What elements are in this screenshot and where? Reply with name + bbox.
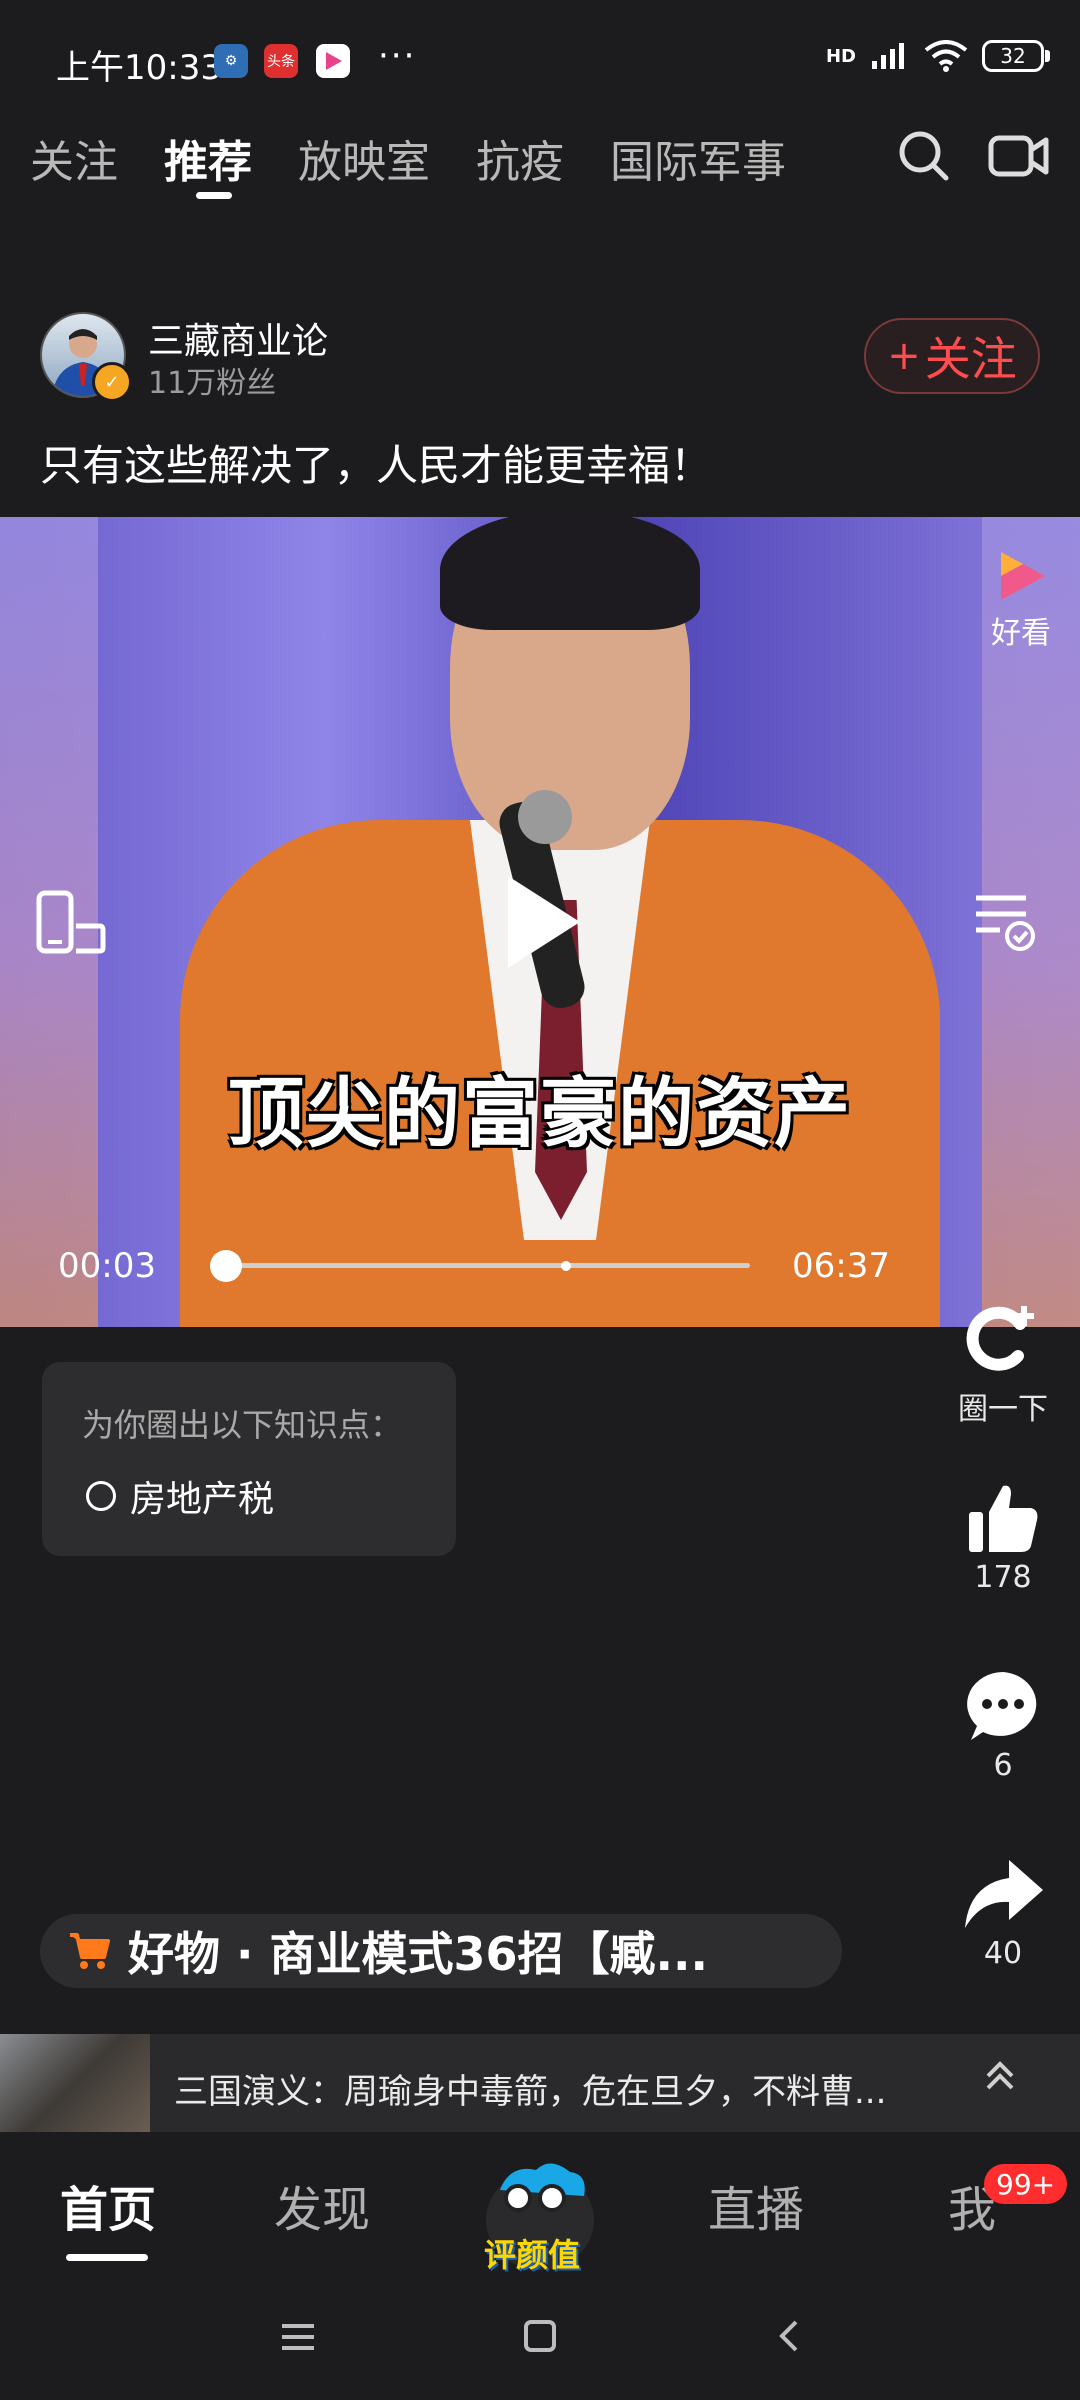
playlist-check-icon[interactable] [970, 888, 1040, 958]
status-right-group: HD 32 [825, 40, 1050, 72]
back-icon[interactable] [774, 2318, 804, 2364]
menu-icon[interactable] [278, 2318, 318, 2364]
share-count: 40 [983, 1936, 1023, 1971]
next-video-title[interactable]: 三国演义：周瑜身中毒箭，危在旦夕，不料曹... [174, 2064, 886, 2113]
verified-badge-icon: ✓ [92, 362, 132, 402]
toutiao-app-icon: 头条 [264, 44, 298, 78]
plus-icon: + [887, 333, 921, 379]
home-icon[interactable] [522, 2318, 558, 2364]
current-time: 00:03 [58, 1246, 156, 1286]
next-video-thumbnail[interactable] [0, 2034, 150, 2132]
progress-track[interactable] [222, 1263, 750, 1268]
notification-badge: 99+ [984, 2164, 1068, 2204]
follow-label: 关注 [924, 332, 1017, 386]
circle-button[interactable]: 圈一下 [940, 1300, 1066, 1428]
microphone-head [518, 790, 572, 844]
status-time: 上午10:33 [56, 48, 222, 88]
tab-epidemic[interactable]: 抗疫 [476, 126, 564, 190]
video-subtitle: 顶尖的富豪的资产 [228, 1069, 852, 1158]
nav-home[interactable]: 首页 [60, 2170, 156, 2240]
product-link[interactable]: 好物 · 商业模式36招【臧... [40, 1914, 842, 1988]
nav-active-indicator [66, 2254, 148, 2261]
comment-button[interactable]: 6 [940, 1668, 1066, 1783]
expand-up-icon[interactable] [980, 2056, 1020, 2106]
network-type: HD [825, 45, 856, 67]
tab-recommend[interactable]: 推荐 [164, 126, 252, 190]
tab-theater[interactable]: 放映室 [298, 126, 430, 190]
battery-indicator: 32 [982, 40, 1050, 72]
total-time: 06:37 [792, 1246, 890, 1286]
haokan-watermark: 好看 [986, 548, 1056, 652]
more-notifications-icon: ··· [378, 36, 417, 76]
screen-rotate-icon[interactable] [36, 890, 106, 960]
share-button[interactable]: 40 [940, 1856, 1066, 1971]
active-tab-indicator [196, 192, 232, 199]
progress-marker [561, 1261, 571, 1271]
author-fans-count: 11万粉丝 [148, 366, 277, 401]
thumbs-up-icon [969, 1485, 1038, 1552]
signal-icon [872, 43, 904, 69]
comment-count: 6 [993, 1748, 1013, 1783]
channel-tabs: 关注 推荐 放映室 抗疫 国际军事 [30, 126, 786, 190]
post-title: 只有这些解决了，人民才能更幸福！ [40, 441, 713, 490]
knowledge-title: 为你圈出以下知识点： [82, 1406, 403, 1444]
nav-center-logo[interactable]: 评颜值 [480, 2150, 600, 2280]
haokan-app-icon [316, 44, 350, 78]
circle-label: 圈一下 [958, 1392, 1048, 1427]
speaker-hair [440, 510, 700, 630]
radio-circle-icon [86, 1481, 116, 1511]
like-button[interactable]: 178 [940, 1480, 1066, 1595]
settings-icon: ⚙ [214, 44, 248, 78]
tab-follow[interactable]: 关注 [30, 126, 118, 190]
shopping-cart-icon [70, 1933, 110, 1969]
nav-discover[interactable]: 发现 [274, 2170, 370, 2240]
nav-center-label: 评颜值 [484, 2236, 581, 2274]
nav-live[interactable]: 直播 [708, 2170, 804, 2240]
circle-refresh-icon [966, 1306, 1034, 1371]
share-arrow-icon [965, 1860, 1043, 1928]
video-camera-icon[interactable] [988, 130, 1050, 186]
tab-military[interactable]: 国际军事 [610, 126, 786, 190]
wifi-icon [924, 40, 968, 72]
knowledge-item-label: 房地产税 [130, 1479, 275, 1520]
product-text: 好物 · 商业模式36招【臧... [128, 1927, 708, 1981]
author-name[interactable]: 三藏商业论 [148, 312, 328, 364]
haokan-logo-icon [1001, 552, 1045, 600]
follow-button[interactable]: + 关注 [864, 318, 1040, 394]
comment-bubble-icon [967, 1672, 1037, 1740]
progress-knob[interactable] [209, 1250, 242, 1282]
knowledge-card [42, 1362, 456, 1556]
like-count: 178 [974, 1560, 1032, 1595]
knowledge-item[interactable]: 房地产税 [86, 1470, 274, 1522]
play-icon[interactable] [508, 876, 580, 968]
search-icon[interactable] [896, 128, 952, 188]
